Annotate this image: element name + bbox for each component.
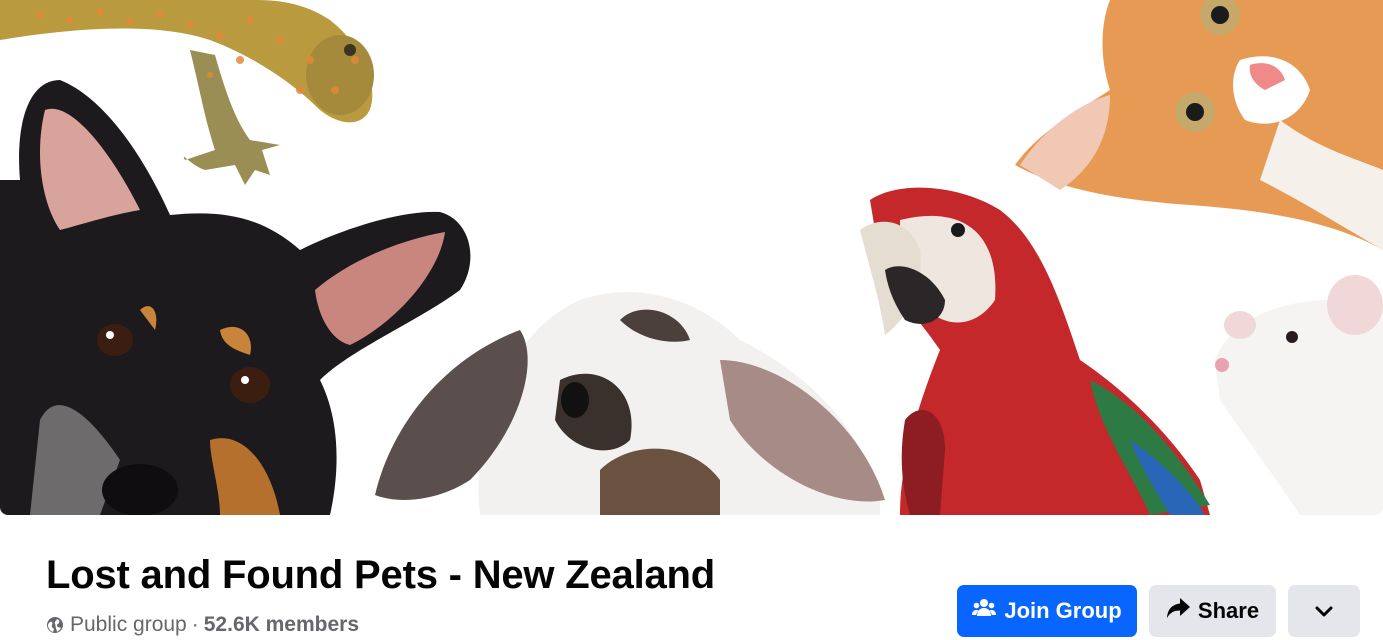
group-meta: Public group · 52.6K members xyxy=(46,613,359,637)
group-page: Lost and Found Pets - New Zealand Public… xyxy=(0,0,1383,640)
share-arrow-icon xyxy=(1166,597,1190,625)
members-link[interactable]: 52.6K members xyxy=(204,613,359,637)
meta-separator: · xyxy=(191,613,199,636)
globe-icon xyxy=(46,616,64,634)
cover-illustration xyxy=(0,0,1383,515)
join-group-label: Join Group xyxy=(1004,598,1122,623)
share-button[interactable]: Share xyxy=(1149,585,1276,637)
chevron-down-icon xyxy=(1315,598,1333,624)
group-name[interactable]: Lost and Found Pets - New Zealand xyxy=(46,553,715,598)
people-icon xyxy=(972,598,997,624)
join-group-button[interactable]: Join Group xyxy=(957,585,1137,637)
cover-photo[interactable] xyxy=(0,0,1383,515)
privacy-label: Public group xyxy=(70,613,187,636)
more-options-button[interactable] xyxy=(1288,585,1360,637)
share-label: Share xyxy=(1197,598,1260,623)
